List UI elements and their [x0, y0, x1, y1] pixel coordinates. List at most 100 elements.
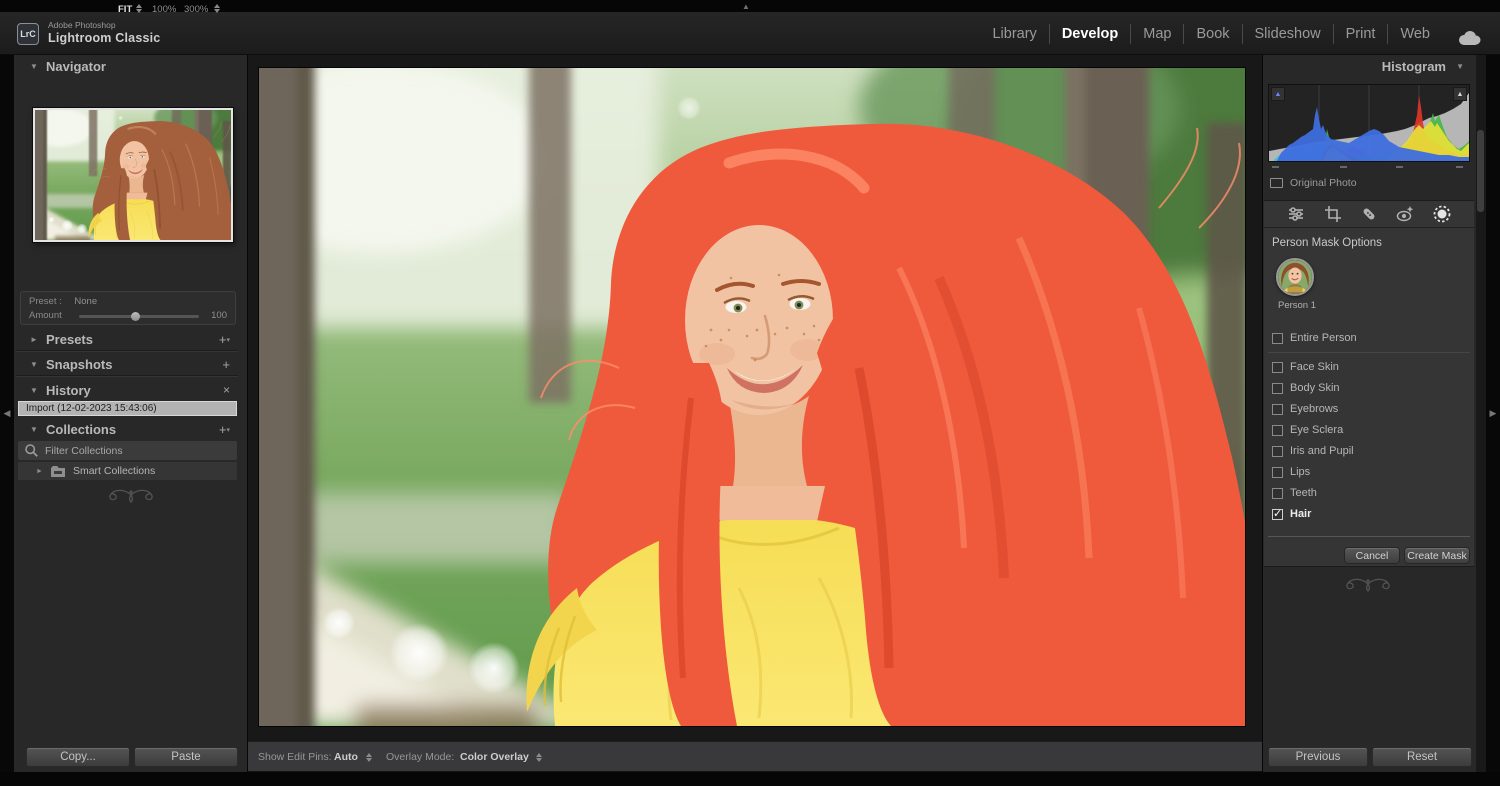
- history-item-import[interactable]: Import (12-02-2023 15:43:06): [18, 401, 237, 416]
- canvas-toolbar: Show Edit Pins: Auto Overlay Mode: Color…: [248, 741, 1262, 772]
- collapse-top-icon[interactable]: ▲: [742, 2, 750, 11]
- cancel-button[interactable]: Cancel: [1344, 547, 1400, 564]
- amount-slider-knob[interactable]: [131, 312, 140, 321]
- add-snapshot-button[interactable]: +: [222, 357, 230, 372]
- snapshots-section-header[interactable]: ▼ Snapshots +: [14, 356, 240, 374]
- disclosure-right-icon[interactable]: ►: [30, 335, 38, 344]
- add-collection-button[interactable]: +▾: [219, 422, 230, 437]
- filmstrip-collapse-strip[interactable]: ▲: [0, 772, 1500, 786]
- checkbox-checked[interactable]: ✓: [1272, 509, 1283, 520]
- module-book[interactable]: Book: [1183, 24, 1241, 44]
- module-print[interactable]: Print: [1333, 24, 1388, 44]
- shadow-clipping-indicator[interactable]: ▲: [1271, 87, 1285, 101]
- navigator-zoom-300[interactable]: 300%: [184, 4, 208, 15]
- original-photo-label: Original Photo: [1290, 177, 1357, 189]
- amount-value: 100: [211, 310, 227, 321]
- collapse-right-icon[interactable]: ▶: [1490, 408, 1497, 419]
- checkbox[interactable]: [1272, 446, 1283, 457]
- module-map[interactable]: Map: [1130, 24, 1183, 44]
- clear-history-button[interactable]: ×: [223, 383, 230, 397]
- reset-button[interactable]: Reset: [1372, 747, 1472, 767]
- navigator-preview[interactable]: [33, 108, 233, 242]
- scrollbar-thumb[interactable]: [1477, 130, 1484, 212]
- panel-end-flourish-icon: [99, 487, 163, 503]
- collections-title: Collections: [46, 422, 116, 437]
- navigator-preset-box: Preset : None Amount 100: [20, 291, 236, 325]
- original-photo-row[interactable]: Original Photo: [1270, 177, 1357, 189]
- disclosure-down-icon[interactable]: ▼: [30, 386, 38, 395]
- navigator-preview-image: [35, 110, 231, 240]
- mask-option-lips[interactable]: Lips: [1264, 465, 1474, 481]
- mask-option-face-skin[interactable]: Face Skin: [1264, 360, 1474, 376]
- lrc-logo: LrC: [17, 23, 39, 45]
- fit-updown-icon[interactable]: [136, 4, 143, 13]
- create-mask-button[interactable]: Create Mask: [1404, 547, 1470, 564]
- mask-option-label: Lips: [1290, 466, 1310, 478]
- collapse-left-icon[interactable]: ◀: [4, 408, 11, 419]
- lightroom-window: ▲ LrC Adobe Photoshop Lightroom Classic …: [0, 0, 1500, 786]
- checkbox[interactable]: [1272, 488, 1283, 499]
- module-slideshow[interactable]: Slideshow: [1242, 24, 1333, 44]
- checkbox[interactable]: [1272, 333, 1283, 344]
- overlay-mode-updown-icon[interactable]: [536, 753, 543, 762]
- histogram-title: Histogram: [1382, 59, 1446, 74]
- top-panel-collapse-strip[interactable]: ▲: [0, 0, 1500, 12]
- checkbox[interactable]: [1272, 383, 1283, 394]
- checkbox[interactable]: [1272, 404, 1283, 415]
- mask-option-label: Body Skin: [1290, 382, 1340, 394]
- disclosure-down-icon[interactable]: ▼: [30, 425, 38, 434]
- red-eye-tool-icon[interactable]: [1395, 204, 1415, 224]
- checkbox[interactable]: [1272, 362, 1283, 373]
- checkbox[interactable]: [1272, 425, 1283, 436]
- right-panel-collapse-strip[interactable]: ▶: [1486, 55, 1500, 772]
- mask-option-label: Eyebrows: [1290, 403, 1338, 415]
- paste-button[interactable]: Paste: [134, 747, 238, 767]
- basic-adjust-tool-icon[interactable]: [1286, 204, 1306, 224]
- mask-option-hair[interactable]: ✓ Hair: [1264, 507, 1474, 523]
- checkbox[interactable]: [1272, 467, 1283, 478]
- disclosure-down-icon[interactable]: ▼: [30, 62, 38, 71]
- module-library[interactable]: Library: [980, 24, 1048, 44]
- module-picker: Library Develop Map Book Slideshow Print…: [980, 24, 1442, 44]
- navigator-zoom-fit[interactable]: FIT: [118, 4, 132, 15]
- disclosure-down-icon[interactable]: ▼: [1456, 62, 1464, 71]
- copy-button[interactable]: Copy...: [26, 747, 130, 767]
- photo-with-hair-mask-overlay[interactable]: [259, 68, 1245, 726]
- mask-option-teeth[interactable]: Teeth: [1264, 486, 1474, 502]
- filter-collections-field[interactable]: Filter Collections: [18, 441, 237, 460]
- mask-option-body-skin[interactable]: Body Skin: [1264, 381, 1474, 397]
- disclosure-down-icon[interactable]: ▼: [30, 360, 38, 369]
- add-preset-button[interactable]: +▾: [219, 332, 230, 347]
- person-avatar[interactable]: [1276, 258, 1314, 296]
- filter-collections-label: Filter Collections: [45, 445, 123, 457]
- navigator-zoom-100[interactable]: 100%: [152, 4, 176, 15]
- healing-tool-icon[interactable]: [1359, 204, 1379, 224]
- histogram-header[interactable]: Histogram ▼: [1262, 58, 1476, 76]
- crop-tool-icon[interactable]: [1323, 204, 1343, 224]
- cloud-sync-icon[interactable]: [1454, 28, 1484, 48]
- mask-option-entire-person[interactable]: Entire Person: [1264, 331, 1474, 347]
- module-web[interactable]: Web: [1387, 24, 1442, 44]
- histogram[interactable]: ▲ ▲: [1268, 84, 1470, 162]
- disclosure-right-icon[interactable]: ►: [36, 468, 43, 475]
- amount-slider[interactable]: [79, 315, 199, 318]
- brand-line1: Adobe Photoshop: [48, 20, 160, 31]
- mask-option-eyebrows[interactable]: Eyebrows: [1264, 402, 1474, 418]
- show-edit-pins-updown-icon[interactable]: [366, 753, 373, 762]
- highlight-clipping-indicator[interactable]: ▲: [1453, 87, 1467, 101]
- module-develop[interactable]: Develop: [1049, 24, 1130, 44]
- presets-section-header[interactable]: ► Presets +▾: [14, 331, 240, 349]
- mask-option-eye-sclera[interactable]: Eye Sclera: [1264, 423, 1474, 439]
- navigator-header[interactable]: ▼ Navigator: [14, 58, 240, 76]
- previous-button[interactable]: Previous: [1268, 747, 1368, 767]
- zoom-updown-icon[interactable]: [214, 4, 221, 13]
- mask-option-iris-and-pupil[interactable]: Iris and Pupil: [1264, 444, 1474, 460]
- overlay-mode-select[interactable]: Color Overlay: [460, 751, 529, 763]
- left-panel-collapse-strip[interactable]: ◀: [0, 55, 14, 772]
- smart-collections-row[interactable]: ► Smart Collections: [18, 462, 237, 480]
- masking-tool-icon-active[interactable]: [1432, 204, 1452, 224]
- show-edit-pins-select[interactable]: Auto: [334, 751, 358, 763]
- collections-section-header[interactable]: ▼ Collections +▾: [14, 421, 240, 439]
- history-section-header[interactable]: ▼ History ×: [14, 382, 240, 400]
- histogram-tick: [1456, 166, 1463, 168]
